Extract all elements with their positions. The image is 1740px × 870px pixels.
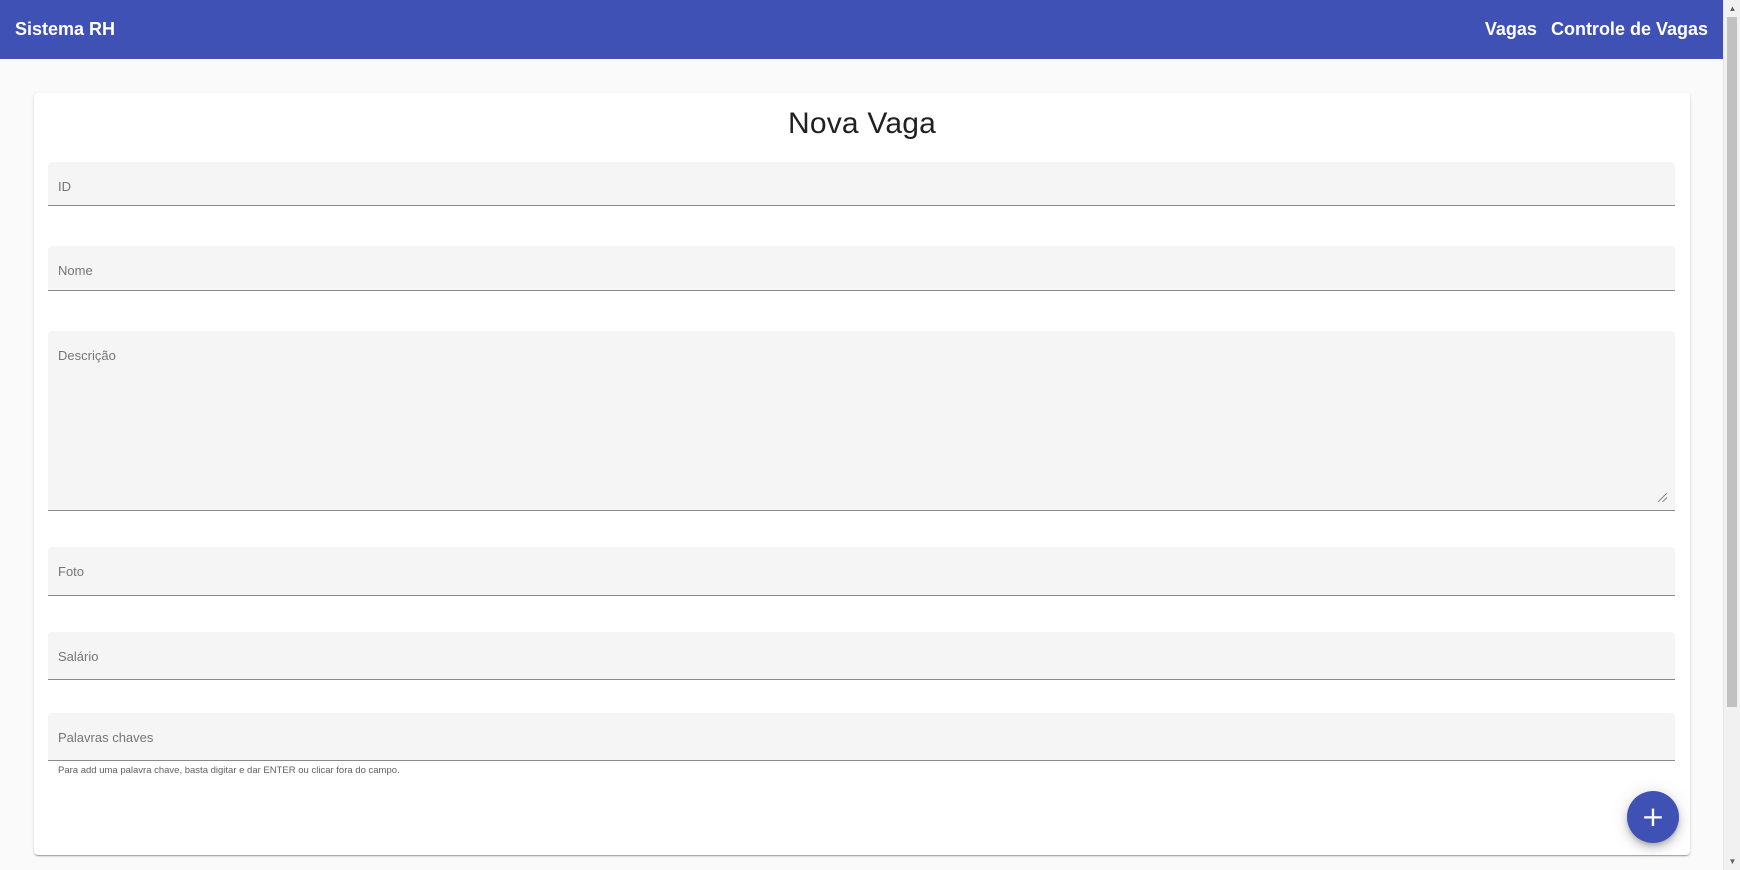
add-button[interactable]: + [1627,791,1679,843]
nome-field[interactable]: Nome [48,246,1675,291]
nome-input[interactable] [48,246,1675,290]
descricao-field[interactable]: Descrição [48,331,1675,511]
salario-field[interactable]: Salário [48,632,1675,680]
id-field[interactable]: ID [48,162,1675,206]
palavras-chaves-hint: Para add uma palavra chave, basta digita… [58,765,400,776]
resize-handle-icon[interactable] [1658,493,1667,502]
app-title: Sistema RH [15,19,116,39]
salario-input[interactable] [48,632,1675,679]
top-toolbar: Sistema RH Vagas Controle de Vagas [0,0,1723,59]
id-input[interactable] [48,162,1675,205]
foto-input[interactable] [48,547,1675,595]
scrollbar-thumb[interactable] [1727,17,1737,707]
descricao-textarea[interactable] [48,331,1675,510]
foto-field[interactable]: Foto [48,547,1675,596]
nav-link-vagas[interactable]: Vagas [1485,19,1537,40]
nav-link-controle-de-vagas[interactable]: Controle de Vagas [1551,19,1708,40]
main-nav: Vagas Controle de Vagas [1485,19,1708,40]
page-title: Nova Vaga [787,107,936,140]
page-scrollbar[interactable]: ▲ ▼ [1723,0,1740,870]
form-card: Nova Vaga ID Nome Descrição Foto Salário… [34,93,1690,855]
palavras-chaves-field[interactable]: Palavras chaves [48,713,1675,761]
scroll-up-arrow-icon[interactable]: ▲ [1724,0,1740,17]
palavras-chaves-input[interactable] [48,713,1675,760]
scroll-down-arrow-icon[interactable]: ▼ [1724,853,1740,870]
plus-icon: + [1641,800,1665,833]
